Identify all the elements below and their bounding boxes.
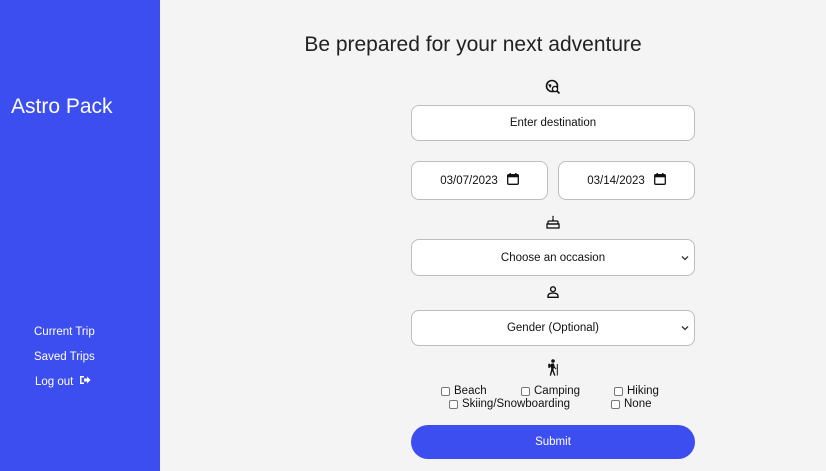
main-panel: Be prepared for your next adventure Ente… (160, 0, 826, 471)
start-date-value: 03/07/2023 (440, 174, 498, 187)
activity-skiing-snowboarding[interactable]: Skiing/Snowboarding (449, 398, 570, 410)
gender-selected: Gender (Optional) (506, 322, 600, 334)
activity-label: Camping (534, 385, 581, 397)
sidebar: Astro Pack Current Trip Saved Trips Log … (0, 0, 160, 471)
destination-input[interactable]: Enter destination (411, 105, 695, 141)
end-date-value: 03/14/2023 (587, 174, 645, 187)
end-date-input[interactable]: 03/14/2023 (558, 161, 695, 200)
checkbox[interactable] (614, 386, 623, 396)
calendar-icon[interactable] (506, 173, 519, 188)
start-date-input[interactable]: 03/07/2023 (411, 161, 548, 200)
cake-icon (544, 213, 562, 231)
checkbox[interactable] (449, 399, 458, 409)
activity-hiking[interactable]: Hiking (614, 385, 659, 397)
globe-search-icon (544, 78, 562, 96)
activity-label: Skiing/Snowboarding (462, 398, 571, 410)
brand-title: Astro Pack (11, 95, 113, 118)
page-title: Be prepared for your next adventure (304, 33, 642, 56)
activity-beach[interactable]: Beach (441, 385, 487, 397)
occasion-select[interactable]: Choose an occasion (411, 239, 695, 276)
checkbox[interactable] (441, 386, 450, 396)
chevron-down-icon (681, 322, 689, 334)
activity-label: Hiking (627, 385, 659, 397)
activity-none[interactable]: None (611, 398, 652, 410)
submit-button[interactable]: Submit (411, 425, 695, 459)
checkbox[interactable] (611, 399, 620, 409)
sidebar-item-log-out[interactable]: Log out (35, 375, 95, 389)
person-icon (544, 283, 562, 301)
activity-camping[interactable]: Camping (521, 385, 580, 397)
sidebar-item-saved-trips[interactable]: Saved Trips (34, 350, 95, 364)
sidebar-item-current-trip[interactable]: Current Trip (34, 325, 95, 339)
activity-label: Beach (454, 385, 487, 397)
calendar-icon[interactable] (653, 173, 666, 188)
hiker-icon (544, 358, 562, 376)
chevron-down-icon (681, 252, 689, 264)
occasion-selected: Choose an occasion (500, 251, 606, 264)
destination-placeholder: Enter destination (509, 117, 597, 129)
log-out-label: Log out (35, 376, 74, 388)
gender-select[interactable]: Gender (Optional) (411, 310, 695, 346)
checkbox[interactable] (521, 386, 530, 396)
log-out-icon (80, 375, 91, 389)
activity-label: None (624, 398, 652, 410)
sidebar-nav: Current Trip Saved Trips Log out (34, 325, 95, 400)
